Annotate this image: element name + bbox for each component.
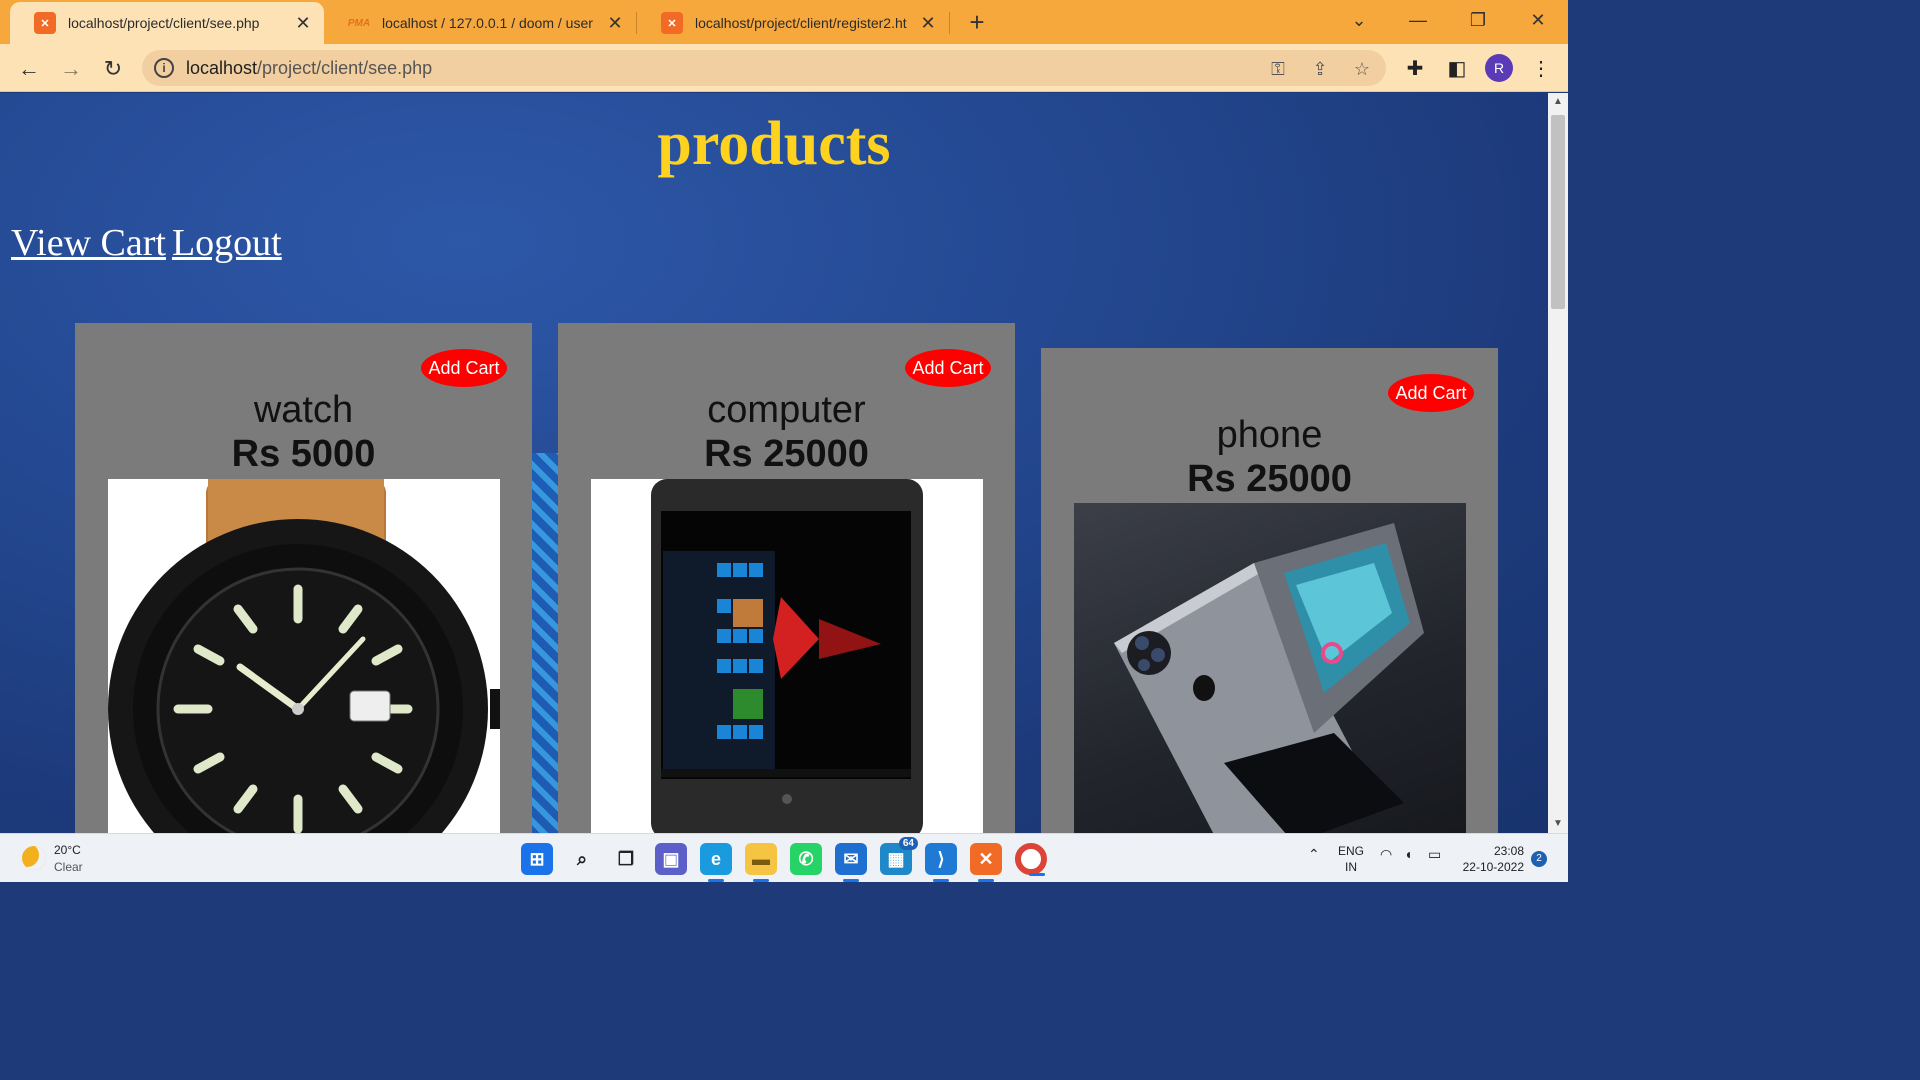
weather-temperature[interactable]: 20°C: [54, 843, 81, 857]
share-icon[interactable]: ⇪: [1308, 58, 1332, 82]
product-price: Rs 25000: [704, 433, 869, 475]
tab-register2[interactable]: ✕ localhost/project/client/register2.ht …: [637, 2, 949, 44]
xampp-icon: ✕: [34, 12, 56, 34]
tab-search-chevron-icon[interactable]: ⌄: [1339, 6, 1379, 34]
product-image-phone[interactable]: [1074, 503, 1466, 833]
add-cart-button[interactable]: Add Cart: [421, 349, 507, 387]
running-indicator: [843, 879, 859, 882]
volume-icon[interactable]: ◖: [1404, 846, 1412, 862]
clock-time: 23:08: [1493, 844, 1524, 858]
close-icon[interactable]: ✕: [604, 13, 626, 34]
language-indicator[interactable]: ENG IN: [1338, 843, 1364, 875]
store-icon[interactable]: ▦ 64: [880, 837, 918, 875]
task-view-icon[interactable]: ❐: [610, 843, 642, 875]
site-info-icon[interactable]: i: [154, 58, 174, 78]
product-image-computer[interactable]: [591, 479, 983, 833]
close-icon[interactable]: ✕: [917, 13, 939, 34]
menu-icon[interactable]: ⋮: [1526, 54, 1556, 84]
top-links: View Cart Logout: [11, 221, 288, 265]
language-code: ENG: [1338, 844, 1365, 858]
product-name: watch: [253, 389, 354, 431]
url-host: localhost: [186, 58, 258, 78]
side-panel-icon[interactable]: ◧: [1442, 54, 1472, 84]
notification-badge[interactable]: 2: [1531, 851, 1547, 867]
product-card-watch: Add Cart watch Rs 5000: [75, 323, 532, 833]
running-indicator: [1029, 873, 1045, 876]
key-icon[interactable]: ⚿: [1266, 58, 1290, 82]
running-indicator: [933, 879, 949, 882]
phone-image: [1114, 523, 1424, 833]
show-hidden-icons-chevron-icon[interactable]: ⌃: [1308, 846, 1320, 863]
xampp-icon: ✕: [661, 12, 683, 34]
profile-avatar[interactable]: R: [1485, 54, 1513, 82]
add-cart-button[interactable]: Add Cart: [905, 349, 991, 387]
url-text[interactable]: localhost/project/client/see.php: [186, 58, 432, 79]
logout-link[interactable]: Logout: [172, 222, 282, 264]
forward-button[interactable]: →: [56, 54, 86, 84]
system-clock[interactable]: 23:08 22-10-2022: [1460, 843, 1524, 875]
back-button[interactable]: ←: [14, 54, 44, 84]
weather-condition[interactable]: Clear: [54, 860, 83, 874]
watch-image: [108, 479, 500, 833]
product-price: Rs 25000: [1187, 458, 1352, 500]
product-price: Rs 5000: [231, 433, 376, 475]
page-title: products: [657, 110, 891, 178]
scroll-up-arrow-icon[interactable]: ▲: [1548, 93, 1568, 111]
running-indicator: [753, 879, 769, 882]
battery-icon[interactable]: ▭: [1428, 846, 1441, 863]
moon-weather-icon[interactable]: [22, 846, 46, 870]
product-name: computer: [707, 389, 866, 431]
chrome-icon[interactable]: [1015, 843, 1047, 876]
file-explorer-icon[interactable]: ▬: [745, 843, 777, 882]
window-close-button[interactable]: ✕: [1518, 6, 1558, 34]
tab-title: localhost/project/client/see.php: [68, 15, 260, 31]
product-card-computer: Add Cart computer Rs 25000: [558, 323, 1015, 833]
tab-bar: ✕ localhost/project/client/see.php ✕ PMA…: [0, 0, 1568, 44]
tab-title: localhost/project/client/register2.ht: [695, 15, 907, 31]
edge-icon[interactable]: e: [700, 843, 732, 882]
new-tab-button[interactable]: +: [962, 8, 992, 38]
chat-icon[interactable]: ▣: [655, 843, 687, 875]
search-icon[interactable]: ⌕: [566, 843, 598, 875]
vscode-icon[interactable]: ⟩: [925, 843, 957, 882]
tab-see-php[interactable]: ✕ localhost/project/client/see.php ✕: [10, 2, 324, 44]
view-cart-link[interactable]: View Cart: [11, 222, 166, 264]
tab-phpmyadmin[interactable]: PMA localhost / 127.0.0.1 / doom / user …: [324, 2, 636, 44]
browser-toolbar: ← → ↻ i localhost/project/client/see.php…: [0, 44, 1568, 92]
xampp-icon[interactable]: ✕: [970, 843, 1002, 882]
start-button-icon[interactable]: ⊞: [521, 843, 553, 875]
extensions-icon[interactable]: ✚: [1400, 54, 1430, 84]
running-indicator: [708, 879, 724, 882]
mail-icon[interactable]: ✉: [835, 843, 867, 882]
add-cart-button[interactable]: Add Cart: [1388, 374, 1474, 412]
running-indicator: [978, 879, 994, 882]
product-image-watch[interactable]: [108, 479, 500, 833]
minimize-button[interactable]: —: [1398, 6, 1438, 34]
whatsapp-icon[interactable]: ✆: [790, 843, 822, 875]
url-path: /project/client/see.php: [257, 58, 433, 78]
clock-date: 22-10-2022: [1462, 860, 1524, 874]
tab-title: localhost / 127.0.0.1 / doom / user |: [382, 15, 596, 31]
wifi-icon[interactable]: ◠: [1380, 846, 1392, 863]
computer-image: [651, 479, 923, 833]
page-viewport: products View Cart Logout Add Cart watch …: [0, 93, 1548, 833]
restore-button[interactable]: ❐: [1458, 6, 1498, 34]
product-card-phone: Add Cart phone Rs 25000: [1041, 348, 1498, 833]
address-bar[interactable]: i localhost/project/client/see.php ⚿ ⇪ ☆: [142, 50, 1386, 86]
star-icon[interactable]: ☆: [1350, 58, 1374, 82]
phpmyadmin-icon: PMA: [347, 17, 371, 29]
windows-taskbar: 20°C Clear ⊞ ⌕ ❐ ▣ e ▬ ✆ ✉ ▦ 64 ⟩ ✕ ⌃ ENG…: [0, 833, 1568, 882]
mail-badge: 64: [898, 837, 918, 850]
scrollbar-thumb[interactable]: [1551, 115, 1565, 309]
language-region: IN: [1345, 860, 1357, 874]
product-name: phone: [1216, 414, 1323, 456]
page-scrollbar[interactable]: ▲ ▼: [1548, 93, 1568, 833]
tab-separator: [949, 12, 950, 34]
scroll-down-arrow-icon[interactable]: ▼: [1548, 815, 1568, 833]
reload-button[interactable]: ↻: [98, 54, 128, 84]
close-icon[interactable]: ✕: [292, 13, 314, 34]
